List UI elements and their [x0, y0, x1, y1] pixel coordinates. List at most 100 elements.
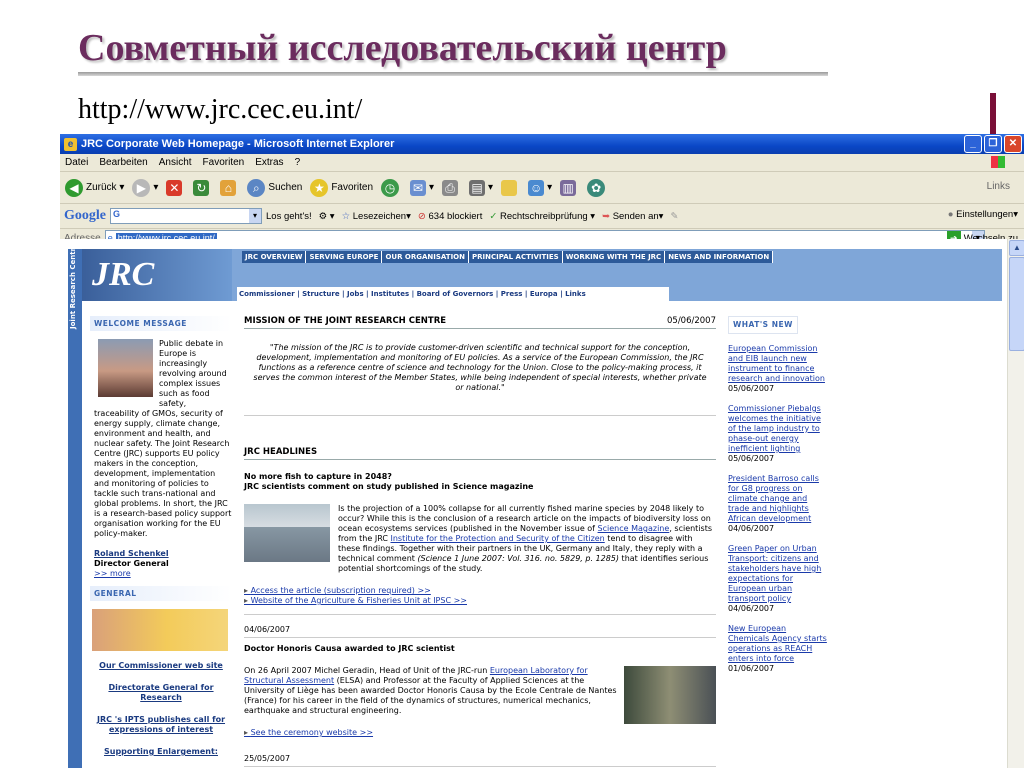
news-item: President Barroso calls for G8 progress …: [728, 474, 819, 533]
home-button[interactable]: ⌂: [220, 179, 239, 196]
back-button[interactable]: ◀ Zurück ▾: [65, 178, 124, 197]
nav-principal-activities[interactable]: PRINCIPAL ACTIVITIES: [469, 251, 563, 263]
forward-button[interactable]: ▶ ▾: [132, 178, 158, 197]
whats-new-heading: WHAT'S NEW: [728, 316, 798, 334]
fisheries-unit-link[interactable]: Website of the Agriculture & Fisheries U…: [244, 596, 716, 606]
commissioner-link[interactable]: Our Commissioner web site: [90, 661, 232, 671]
sub-nav[interactable]: Commissioner | Structure | Jobs | Instit…: [237, 287, 669, 301]
mission-text: "The mission of the JRC is to provide cu…: [253, 343, 707, 392]
director-portrait: [98, 339, 153, 397]
jrc-header: JRC JRC OVERVIEW SERVING EUROPE OUR ORGA…: [82, 249, 1002, 301]
access-article-link[interactable]: Access the article (subscription require…: [244, 586, 716, 596]
popup-blocker-button[interactable]: ⊘ 634 blockiert: [418, 211, 482, 222]
vertical-scrollbar[interactable]: ▲: [1007, 239, 1024, 768]
mission-header: MISSION OF THE JOINT RESEARCH CENTRE 05/…: [244, 316, 716, 329]
search-button[interactable]: ⌕ Suchen: [247, 178, 302, 197]
news-item: European Commission and EIB launch new i…: [728, 344, 825, 393]
menu-help[interactable]: ?: [295, 157, 301, 168]
forward-arrow-icon: ▶: [132, 178, 151, 197]
general-banner-image[interactable]: [92, 609, 228, 651]
menu-bearbeiten[interactable]: Bearbeiten: [99, 157, 147, 168]
google-toolbar: Google G ▾ Los geht's! ⚙ ▾ ☆ Lesezeichen ▾…: [60, 204, 1024, 229]
chevron-down-icon[interactable]: ▾: [249, 209, 261, 223]
send-icon: ➥: [602, 210, 613, 222]
google-logo: Google: [64, 208, 106, 223]
send-to-button[interactable]: ➥ Senden an ▾: [602, 211, 663, 222]
director-name[interactable]: Roland Schenkel: [94, 549, 232, 559]
refresh-icon: ↻: [193, 179, 210, 196]
ceremony-website-link[interactable]: See the ceremony website >>: [244, 728, 716, 738]
window-title: JRC Corporate Web Homepage - Microsoft I…: [81, 138, 395, 150]
nav-our-organisation[interactable]: OUR ORGANISATION: [382, 251, 469, 263]
mail-button[interactable]: ✉ ▾: [410, 179, 434, 196]
ie-icon: e: [64, 137, 77, 151]
story1-links: Access the article (subscription require…: [244, 586, 716, 606]
stop-button[interactable]: ✕: [166, 179, 185, 196]
nav-serving-europe[interactable]: SERVING EUROPE: [306, 251, 383, 263]
bookmarks-button[interactable]: ☆ Lesezeichen ▾: [342, 211, 411, 222]
history-button[interactable]: ◷: [381, 178, 402, 197]
print-icon: ⎙: [442, 179, 459, 196]
signature: Roland Schenkel Director General: [90, 549, 232, 569]
ipsc-link[interactable]: Institute for the Protection and Securit…: [390, 534, 604, 543]
search-icon: ⌕: [247, 178, 266, 197]
nav-working-with-jrc[interactable]: WORKING WITH THE JRC: [562, 251, 666, 263]
story2-text: On 26 April 2007 Michel Geradin, Head of…: [244, 666, 617, 715]
spellcheck-button[interactable]: ✓ Rechtschreibprüfung ▾: [489, 211, 595, 222]
highlight-icon[interactable]: ✎: [670, 211, 678, 222]
folder-button[interactable]: [501, 179, 520, 196]
home-icon: ⌂: [220, 179, 237, 196]
jrc-logo[interactable]: JRC: [82, 249, 232, 301]
enlargement-link[interactable]: Supporting Enlargement:: [90, 747, 232, 757]
contacts-button[interactable]: ✿: [587, 178, 608, 197]
settings-icon: ●: [947, 209, 957, 220]
messenger-button[interactable]: ☺ ▾: [528, 179, 552, 196]
science-magazine-link[interactable]: Science Magazine: [598, 524, 670, 533]
side-label-strip: Joint Research Centre: [68, 243, 82, 768]
left-column: WELCOME MESSAGE Public debate in Europe …: [90, 316, 232, 768]
menu-favoriten[interactable]: Favoriten: [203, 157, 245, 168]
stop-icon: ✕: [166, 179, 183, 196]
more-link[interactable]: >> more: [90, 569, 232, 578]
main-column: MISSION OF THE JOINT RESEARCH CENTRE 05/…: [244, 316, 716, 768]
minimize-button[interactable]: _: [964, 135, 982, 153]
top-nav: JRC OVERVIEW SERVING EUROPE OUR ORGANISA…: [242, 251, 774, 263]
divider: [244, 766, 716, 767]
scroll-up-icon[interactable]: ▲: [1009, 240, 1024, 256]
favorites-button[interactable]: ★ Favoriten: [310, 178, 373, 197]
mission-date: 05/06/2007: [667, 316, 716, 326]
google-tools-icon[interactable]: ⚙ ▾: [319, 211, 335, 222]
close-button[interactable]: ✕: [1004, 135, 1022, 153]
menu-ansicht[interactable]: Ansicht: [159, 157, 192, 168]
google-search-input[interactable]: G ▾: [110, 208, 262, 224]
research-button[interactable]: ▥: [560, 179, 579, 196]
accent-bar: [990, 93, 996, 135]
messenger-icon: ☺: [528, 179, 545, 196]
mail-icon: ✉: [410, 179, 427, 196]
menu-datei[interactable]: Datei: [65, 157, 88, 168]
print-button[interactable]: ⎙: [442, 179, 461, 196]
window-titlebar[interactable]: e JRC Corporate Web Homepage - Microsoft…: [60, 134, 1024, 154]
links-toolbar[interactable]: Links: [987, 181, 1010, 192]
story1-text: Is the projection of a 100% collapse for…: [338, 504, 713, 573]
dg-research-link[interactable]: Directorate General for Research: [90, 683, 232, 703]
nav-jrc-overview[interactable]: JRC OVERVIEW: [242, 251, 307, 263]
settings-button[interactable]: ● Einstellungen▾: [948, 209, 1018, 220]
menu-extras[interactable]: Extras: [255, 157, 283, 168]
edit-button[interactable]: ▤ ▾: [469, 179, 493, 196]
story2: On 26 April 2007 Michel Geradin, Head of…: [244, 666, 716, 724]
refresh-button[interactable]: ↻: [193, 179, 212, 196]
news-item: Commissioner Piebalgs welcomes the initi…: [728, 404, 821, 463]
scroll-thumb[interactable]: [1009, 257, 1024, 351]
ipts-call-link[interactable]: JRC 's IPTS publishes call for expressio…: [90, 715, 232, 735]
standard-toolbar: ◀ Zurück ▾ ▶ ▾ ✕ ↻ ⌂ ⌕ Suchen ★ Favoriten ◷ …: [60, 172, 1024, 204]
story3-date: 25/05/2007: [244, 754, 291, 763]
page-viewport: Joint Research Centre JRC JRC OVERVIEW S…: [60, 239, 1008, 768]
news-item: New European Chemicals Agency starts ope…: [728, 624, 827, 673]
google-search-button[interactable]: Los geht's!: [266, 211, 312, 222]
maximize-button[interactable]: ❐: [984, 135, 1002, 153]
history-icon: ◷: [381, 178, 400, 197]
story2-title: Doctor Honoris Causa awarded to JRC scie…: [244, 644, 455, 653]
story1-title: No more fish to capture in 2048? JRC sci…: [244, 472, 534, 491]
nav-news-information[interactable]: NEWS AND INFORMATION: [665, 251, 774, 263]
